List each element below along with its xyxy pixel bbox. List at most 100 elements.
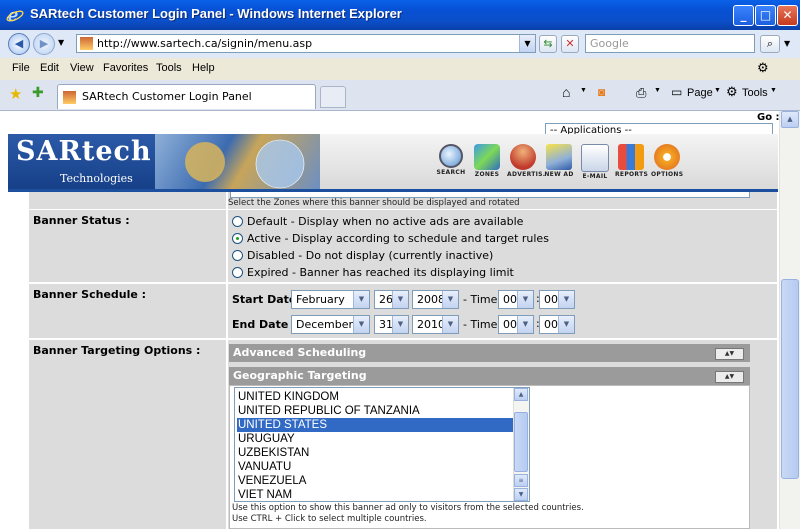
print-dropdown-icon[interactable]: ▼ (654, 87, 661, 94)
banner-schedule-fields: Start Date : February ▼ 26 ▼ 2008 ▼ - Time … (228, 284, 777, 338)
nav-advertisers[interactable]: ADVERTIS. (507, 144, 545, 184)
search-input[interactable]: Google (585, 34, 755, 53)
favorites-star-icon[interactable]: ★ (9, 85, 22, 103)
start-month-value: February (296, 293, 345, 306)
close-button[interactable]: ✕ (777, 5, 798, 26)
tools-menu[interactable]: Tools (742, 87, 768, 99)
page-scroll-up-icon[interactable]: ▲ (781, 111, 799, 128)
status-option-disabled[interactable]: Disabled - Do not display (currently ina… (232, 249, 493, 265)
country-listbox-scrollbar[interactable]: ▲ ≡ ▼ (513, 388, 529, 501)
nav-search[interactable]: SEARCH (435, 144, 467, 184)
country-listbox[interactable]: UNITED KINGDOM UNITED REPUBLIC OF TANZAN… (234, 387, 530, 502)
end-day-select[interactable]: 31 ▼ (374, 315, 409, 334)
country-option-selected[interactable]: UNITED STATES (237, 418, 516, 432)
start-hour-arrow-icon: ▼ (517, 291, 533, 308)
advanced-scheduling-toggle-icon[interactable]: ▲▼ (715, 348, 744, 360)
page-scrollbar[interactable]: ▲ (779, 111, 800, 529)
new-tab-button[interactable] (320, 86, 346, 108)
geographic-targeting-toggle-icon[interactable]: ▲▼ (715, 371, 744, 383)
home-dropdown-icon[interactable]: ▼ (580, 87, 587, 94)
status-active-radio[interactable] (232, 233, 243, 244)
status-active-text: Active - Display according to schedule a… (247, 232, 549, 245)
start-year-arrow-icon: ▼ (442, 291, 458, 308)
country-option[interactable]: VIET NAM (237, 488, 516, 501)
search-placeholder: Google (590, 37, 629, 50)
nav-options[interactable]: OPTIONS (651, 144, 683, 184)
advanced-scheduling-header[interactable]: Advanced Scheduling ▲▼ (229, 344, 750, 362)
nav-advertisers-icon (510, 144, 536, 170)
targeting-label-cell: Banner Targeting Options : (29, 340, 226, 529)
status-default-radio[interactable] (232, 216, 243, 227)
start-year-select[interactable]: 2008 ▼ (412, 290, 459, 309)
listbox-scroll-thumb[interactable] (514, 412, 528, 472)
status-option-active[interactable]: Active - Display according to schedule a… (232, 232, 549, 248)
page-menu[interactable]: Page (687, 87, 713, 99)
tools-dropdown-icon[interactable]: ▼ (770, 87, 777, 94)
back-button[interactable]: ◀ (8, 33, 30, 55)
nav-zones[interactable]: ZONES (471, 144, 503, 184)
geographic-targeting-header[interactable]: Geographic Targeting ▲▼ (229, 367, 750, 385)
country-option[interactable]: UNITED REPUBLIC OF TANZANIA (237, 404, 516, 418)
start-minute-select[interactable]: 00 ▼ (539, 290, 575, 309)
home-icon[interactable]: ⌂ (562, 84, 570, 100)
add-favorite-icon[interactable]: ✚ (32, 85, 44, 101)
end-year-select[interactable]: 2010 ▼ (412, 315, 459, 334)
url-dropdown-icon[interactable]: ▼ (519, 35, 535, 52)
menu-favorites[interactable]: Favorites (103, 62, 148, 74)
site-header-banner: SARtech Technologies SEARCH ZONES ADVERT… (8, 134, 778, 192)
url-input[interactable]: http://www.sartech.ca/signin/menu.asp ▼ (76, 34, 536, 53)
status-disabled-radio[interactable] (232, 250, 243, 261)
country-note-2: Use CTRL + Click to select multiple coun… (232, 514, 427, 524)
toolbar-options-icon[interactable]: ⚙ (757, 60, 769, 76)
nav-zones-label: ZONES (474, 171, 500, 178)
end-month-select[interactable]: December ▼ (291, 315, 370, 334)
banner-schedule-label: Banner Schedule : (33, 288, 147, 301)
stop-icon[interactable]: ✕ (561, 35, 579, 53)
minimize-button[interactable]: _ (733, 5, 754, 26)
tab-sartech[interactable]: SARtech Customer Login Panel (57, 84, 316, 109)
print-icon[interactable]: ⎙ (636, 85, 646, 101)
forward-button[interactable]: ▶ (33, 33, 55, 55)
refresh-icon[interactable]: ⇆ (539, 35, 557, 53)
status-option-expired[interactable]: Expired - Banner has reached its display… (232, 266, 514, 282)
end-minute-select[interactable]: 00 ▼ (539, 315, 575, 334)
nav-email[interactable]: E-MAIL (579, 144, 611, 184)
title-bar: e SARtech Customer Login Panel - Windows… (0, 0, 800, 30)
menu-help[interactable]: Help (192, 62, 215, 74)
page-scroll-thumb[interactable] (781, 279, 799, 479)
nav-reports[interactable]: REPORTS (615, 144, 648, 184)
tools-gear-icon[interactable]: ⚙ (726, 84, 738, 100)
search-options-icon[interactable]: ▼ (784, 39, 790, 48)
start-minute-arrow-icon: ▼ (558, 291, 574, 308)
menu-file[interactable]: File (12, 62, 30, 74)
status-option-default[interactable]: Default - Display when no active ads are… (232, 215, 523, 231)
feeds-icon[interactable]: ◙ (598, 85, 605, 99)
menu-view[interactable]: View (70, 62, 94, 74)
listbox-scroll-up-icon[interactable]: ▲ (514, 388, 528, 401)
history-dropdown-icon[interactable]: ▼ (58, 38, 64, 47)
menu-edit[interactable]: Edit (40, 62, 59, 74)
maximize-button[interactable]: □ (755, 5, 776, 26)
status-expired-radio[interactable] (232, 267, 243, 278)
end-day-value: 31 (379, 318, 393, 331)
nav-search-label: SEARCH (436, 169, 466, 176)
search-icon[interactable]: ⌕ (760, 35, 780, 53)
start-month-select[interactable]: February ▼ (291, 290, 370, 309)
country-option[interactable]: URUGUAY (237, 432, 516, 446)
country-option[interactable]: VANUATU (237, 460, 516, 474)
country-option[interactable]: UZBEKISTAN (237, 446, 516, 460)
page-icon[interactable]: ▭ (671, 85, 682, 99)
nav-new-ad[interactable]: NEW AD (543, 144, 575, 184)
start-hour-select[interactable]: 00 ▼ (498, 290, 534, 309)
listbox-scroll-down-icon[interactable]: ▼ (514, 488, 528, 501)
end-hour-select[interactable]: 00 ▼ (498, 315, 534, 334)
country-option[interactable]: UNITED KINGDOM (237, 390, 516, 404)
banner-status-label: Banner Status : (33, 214, 130, 227)
country-option[interactable]: VENEZUELA (237, 474, 516, 488)
page-dropdown-icon[interactable]: ▼ (714, 87, 721, 94)
end-date-label: End Date : (232, 318, 297, 331)
nav-options-label: OPTIONS (651, 171, 684, 178)
menu-tools[interactable]: Tools (156, 62, 182, 74)
banner-status-label-cell: Banner Status : (29, 210, 226, 282)
start-day-select[interactable]: 26 ▼ (374, 290, 409, 309)
